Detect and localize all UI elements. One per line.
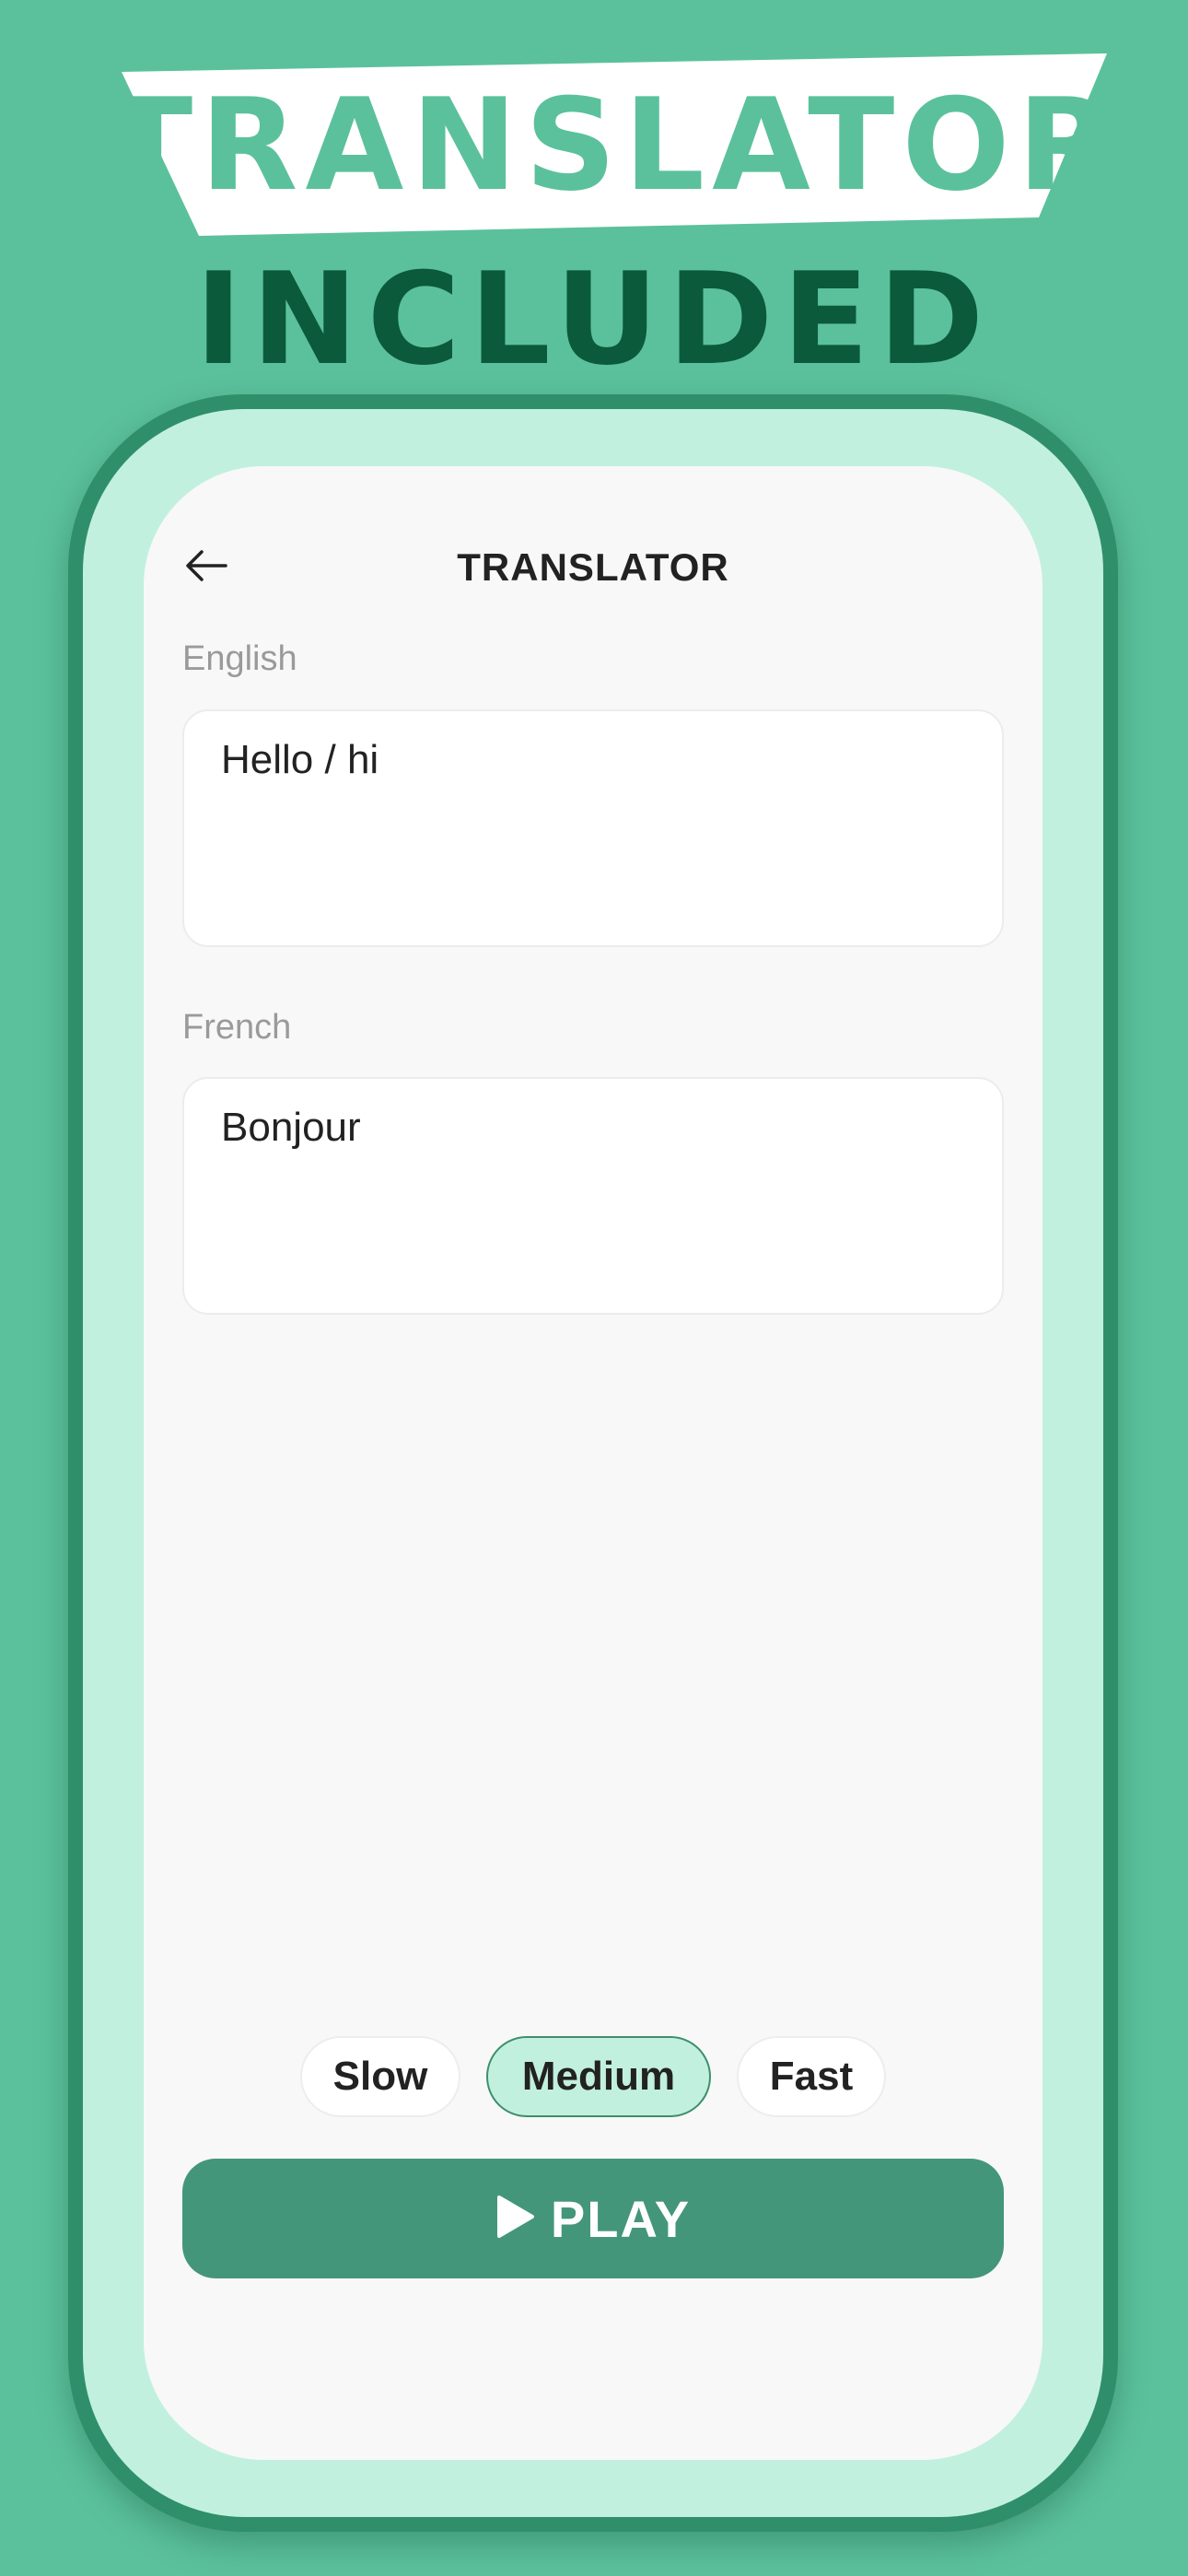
page-title: TRANSLATOR <box>457 545 729 589</box>
translation-text: Bonjour <box>221 1105 361 1150</box>
speed-option-slow[interactable]: Slow <box>300 2036 460 2117</box>
phone-screen: TRANSLATOR English Hello / hi French Bon… <box>144 466 1042 2460</box>
source-text: Hello / hi <box>221 737 379 782</box>
translation-output-field[interactable]: Bonjour <box>182 1077 1004 1315</box>
promo-subtitle: INCLUDED <box>194 245 994 393</box>
app-header: TRANSLATOR <box>144 521 1042 614</box>
phone-frame: TRANSLATOR English Hello / hi French Bon… <box>68 394 1118 2532</box>
phone-bezel: TRANSLATOR English Hello / hi French Bon… <box>83 409 1103 2517</box>
speed-option-fast[interactable]: Fast <box>737 2036 886 2117</box>
source-language-label: English <box>182 639 297 678</box>
speed-option-medium[interactable]: Medium <box>486 2036 711 2117</box>
play-label: PLAY <box>550 2189 692 2248</box>
play-button[interactable]: PLAY <box>182 2159 1004 2278</box>
speed-selector: Slow Medium Fast <box>144 2036 1042 2117</box>
target-language-label: French <box>182 1008 292 1047</box>
source-text-field[interactable]: Hello / hi <box>182 709 1004 947</box>
promo-title: TRANSLATOR <box>106 70 1123 219</box>
play-icon <box>495 2194 536 2244</box>
promo-banner: TRANSLATOR <box>106 53 1123 236</box>
